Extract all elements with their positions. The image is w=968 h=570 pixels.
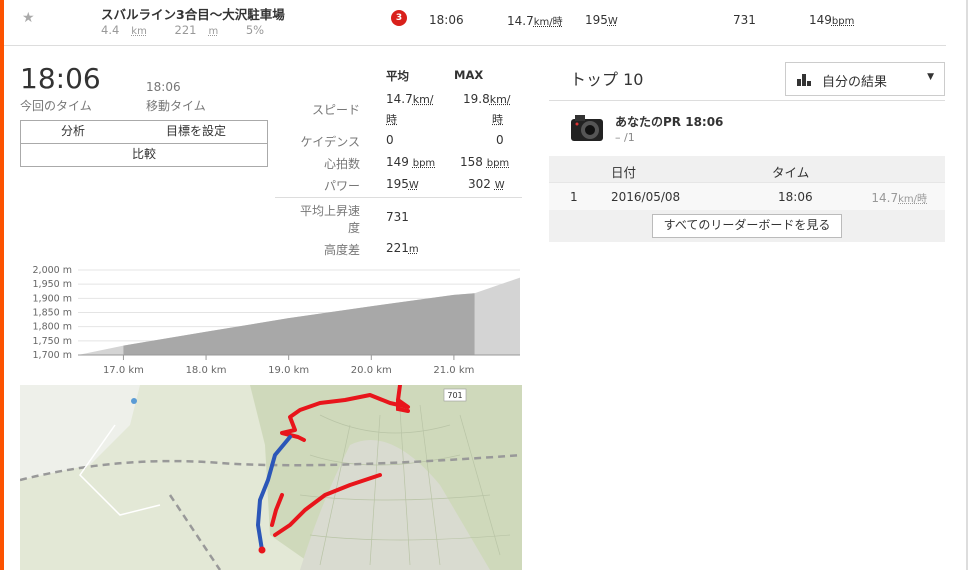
y-tick-label: 1,750 m: [33, 336, 72, 347]
leaderboard-footer: すべてのリーダーボードを見る: [549, 210, 945, 242]
y-tick-label: 1,800 m: [33, 322, 72, 333]
y-tick-label: 2,000 m: [33, 265, 72, 276]
caret-down-icon: ▼: [927, 72, 934, 82]
y-tick-label: 1,850 m: [33, 308, 72, 319]
cadence-avg: 0: [386, 133, 394, 147]
pr-rank: – /1: [615, 131, 635, 144]
stats-divider: [275, 197, 522, 198]
y-tick-label: 1,700 m: [33, 350, 72, 361]
left-accent-bar: [0, 0, 4, 570]
power-label: パワー: [323, 179, 360, 193]
row-date[interactable]: 2016/05/08: [611, 190, 680, 204]
power-avg: 195W: [386, 177, 419, 191]
segment-time: 18:06: [429, 13, 464, 27]
segment-row[interactable]: ★ スバルライン3合目～大沢駐車場 4.4 km 221 m 5% 3 18:06 …: [4, 0, 946, 46]
vam-label: 平均上昇速: [299, 204, 360, 218]
bar-chart-icon: [797, 74, 811, 86]
personal-record: あなたのPR 18:06 – /1: [549, 100, 945, 157]
vam-value: 731: [386, 210, 409, 224]
cadence-label: ケイデンス: [300, 135, 360, 149]
y-tick-label: 1,950 m: [33, 279, 72, 290]
segment-hr: 149bpm: [809, 13, 855, 27]
col-date: 日付: [611, 165, 637, 180]
leaderboard-row[interactable]: 1 2016/05/08 18:06 14.7km/時: [549, 182, 945, 211]
moving-time-label: 移動タイム: [146, 99, 206, 113]
row-speed: 14.7km/時: [871, 191, 927, 205]
avg-header: 平均: [386, 69, 409, 83]
speed-max-unit: 時: [492, 113, 503, 126]
elapsed-time-label: 今回のタイム: [20, 99, 92, 113]
segment-power: 195W: [585, 13, 618, 27]
segment-title[interactable]: スバルライン3合目～大沢駐車場: [101, 4, 285, 23]
set-goal-button[interactable]: 目標を設定: [125, 121, 267, 143]
analyze-button[interactable]: 分析: [21, 121, 125, 143]
camera-avatar-icon: [571, 115, 603, 141]
compare-button[interactable]: 比較: [20, 143, 268, 167]
cadence-max: 0: [496, 133, 504, 147]
segment-vam: 731: [733, 13, 756, 27]
leaderboard-filter-dropdown[interactable]: 自分の結果 ▼: [785, 62, 945, 96]
speed-avg: 14.7km/: [386, 92, 434, 106]
col-time: タイム: [772, 165, 810, 180]
segment-map[interactable]: 701: [20, 385, 522, 570]
x-tick-label: 17.0 km: [103, 365, 144, 376]
speed-max: 19.8km/: [463, 92, 511, 106]
hr-max: 158 bpm: [460, 155, 510, 169]
effort-actions: 分析 目標を設定: [20, 120, 268, 144]
road-number: 701: [447, 391, 462, 400]
elevation-profile-chart: 2,000 m 1,950 m 1,900 m 1,850 m 1,800 m 1,750…: [33, 265, 520, 376]
row-rank: 1: [570, 190, 578, 204]
vam-label-2: 度: [347, 221, 360, 235]
y-tick-label: 1,900 m: [33, 293, 72, 304]
pr-label: あなたのPR 18:06: [615, 115, 724, 129]
leaderboard-title: トップ 10: [570, 70, 644, 89]
moving-time: 18:06: [146, 80, 181, 94]
view-all-leaderboards-button[interactable]: すべてのリーダーボードを見る: [652, 214, 842, 238]
hr-label: 心拍数: [323, 157, 360, 171]
elev-diff-value: 221m: [386, 241, 419, 255]
hr-avg: 149 bpm: [386, 155, 436, 169]
max-header: MAX: [454, 68, 484, 82]
star-icon[interactable]: ★: [22, 10, 35, 26]
elapsed-time: 18:06: [20, 62, 101, 95]
x-tick-label: 18.0 km: [186, 365, 227, 376]
segment-meta: 4.4 km 221 m 5%: [101, 23, 265, 37]
power-max: 302 W: [468, 177, 505, 191]
x-tick-label: 20.0 km: [351, 365, 392, 376]
elevation-area-segment: [123, 293, 475, 355]
segment-grade: 5%: [245, 23, 265, 37]
map-canvas: 701: [20, 385, 522, 570]
row-time: 18:06: [778, 190, 813, 204]
speed-label: スピード: [311, 103, 360, 117]
x-tick-label: 19.0 km: [268, 365, 309, 376]
speed-avg-unit: 時: [386, 113, 397, 126]
leaderboard-header: 日付 タイム: [549, 156, 945, 182]
segment-speed: 14.7km/時: [507, 14, 563, 28]
x-tick-label: 21.0 km: [433, 365, 474, 376]
elev-diff-label: 高度差: [323, 243, 360, 257]
segment-elevation: 221: [174, 23, 197, 37]
climb-category-badge: 3: [391, 10, 407, 26]
segment-distance: 4.4: [101, 23, 120, 37]
filter-label: 自分の結果: [822, 75, 888, 90]
